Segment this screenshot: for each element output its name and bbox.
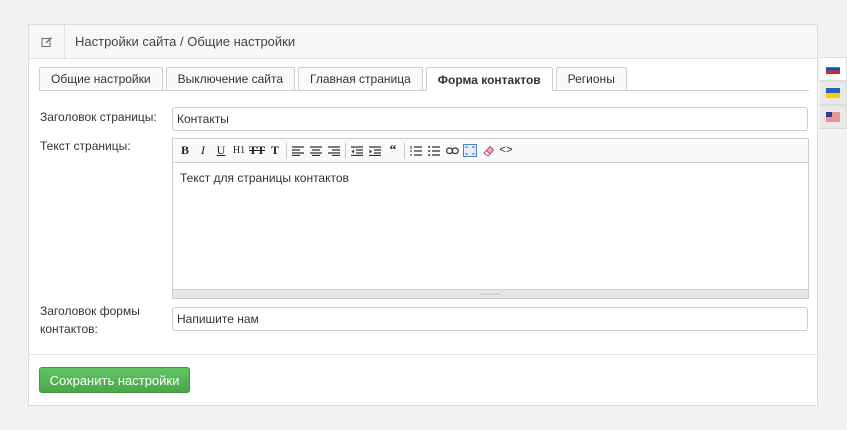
indent-icon[interactable] (366, 142, 384, 160)
contact-form-title-label-line1: Заголовок формы (40, 304, 140, 318)
unordered-list-icon[interactable] (425, 142, 443, 160)
panel-header: Настройки сайта / Общие настройки (29, 25, 817, 59)
editor-content[interactable]: Текст для страницы контактов (173, 163, 808, 289)
settings-tabs: Общие настройки Выключение сайта Главная… (39, 67, 809, 91)
tab-general[interactable]: Общие настройки (39, 67, 163, 90)
blockquote-button[interactable]: “ (384, 142, 402, 160)
settings-panel: Настройки сайта / Общие настройки Общие … (28, 24, 818, 406)
page-title: Настройки сайта / Общие настройки (75, 34, 296, 49)
flag-ua-icon[interactable] (820, 81, 847, 105)
source-code-button[interactable]: <> (497, 142, 515, 160)
tab-home-page[interactable]: Главная страница (298, 67, 423, 90)
toolbar-separator (286, 142, 287, 159)
rich-text-editor: B I U H1 TT T “ <> Текст для страницы ко… (172, 138, 809, 299)
language-tabs (820, 57, 847, 129)
save-settings-button[interactable]: Сохранить настройки (39, 367, 190, 393)
edit-icon (29, 25, 65, 58)
fullscreen-icon[interactable] (461, 142, 479, 160)
align-right-icon[interactable] (325, 142, 343, 160)
flag-us-icon[interactable] (820, 105, 847, 129)
page-title-input[interactable] (172, 107, 808, 131)
outdent-icon[interactable] (348, 142, 366, 160)
resize-handle[interactable] (173, 289, 808, 298)
footer-divider (29, 354, 817, 355)
bold-button[interactable]: B (176, 142, 194, 160)
text-format-button[interactable]: T (266, 142, 284, 160)
clear-format-button[interactable]: TT (248, 142, 266, 160)
tab-regions[interactable]: Регионы (555, 67, 627, 90)
align-center-icon[interactable] (307, 142, 325, 160)
toolbar-separator (345, 142, 346, 159)
heading-button[interactable]: H1 (230, 142, 248, 160)
italic-button[interactable]: I (194, 142, 212, 160)
tab-site-off[interactable]: Выключение сайта (165, 67, 296, 90)
tab-contact-form[interactable]: Форма контактов (425, 67, 553, 91)
underline-button[interactable]: U (212, 142, 230, 160)
editor-toolbar: B I U H1 TT T “ <> (173, 139, 808, 163)
contact-form-title-input[interactable] (172, 307, 808, 331)
contact-form-title-label: Заголовок формы контактов: (40, 302, 140, 338)
link-icon[interactable] (443, 142, 461, 160)
page-title-label: Заголовок страницы: (40, 110, 157, 124)
toolbar-separator (404, 142, 405, 159)
eraser-icon[interactable] (479, 142, 497, 160)
contact-form-title-label-line2: контактов: (40, 322, 98, 336)
align-left-icon[interactable] (289, 142, 307, 160)
page-text-label: Текст страницы: (40, 139, 131, 153)
ordered-list-icon[interactable] (407, 142, 425, 160)
flag-ru-icon[interactable] (820, 57, 847, 81)
